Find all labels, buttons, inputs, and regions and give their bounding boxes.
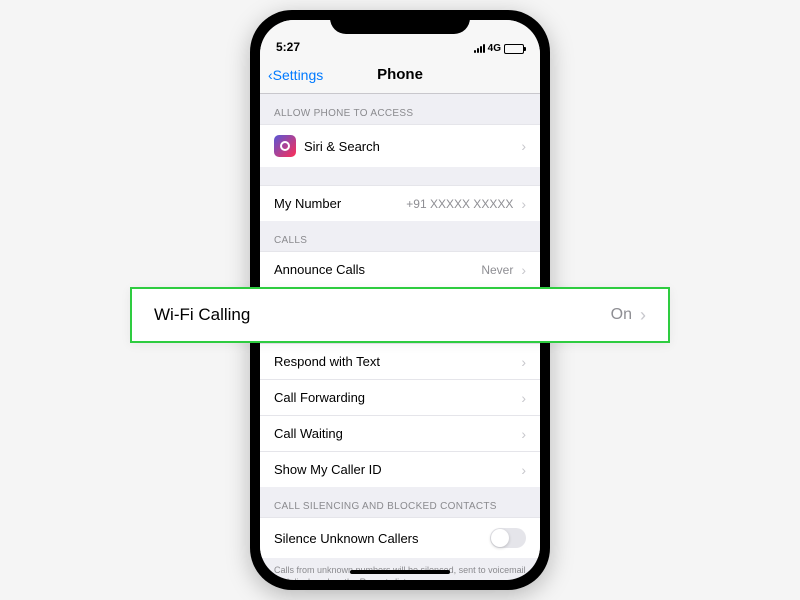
row-my-number[interactable]: My Number +91 XXXXX XXXXX › bbox=[260, 185, 540, 221]
home-indicator[interactable] bbox=[350, 570, 450, 574]
row-siri-search[interactable]: Siri & Search › bbox=[260, 124, 540, 167]
back-button[interactable]: ‹ Settings bbox=[268, 67, 323, 83]
row-call-forwarding[interactable]: Call Forwarding › bbox=[260, 379, 540, 415]
silence-toggle[interactable] bbox=[490, 528, 526, 548]
nav-bar: ‹ Settings Phone bbox=[260, 56, 540, 94]
chevron-right-icon: › bbox=[521, 463, 526, 477]
chevron-right-icon: › bbox=[521, 427, 526, 441]
silence-unknown-label: Silence Unknown Callers bbox=[274, 531, 482, 546]
caller-id-label: Show My Caller ID bbox=[274, 462, 513, 477]
status-time: 5:27 bbox=[276, 40, 300, 54]
announce-label: Announce Calls bbox=[274, 262, 473, 277]
network-label: 4G bbox=[488, 43, 501, 54]
highlight-label: Wi-Fi Calling bbox=[154, 305, 611, 325]
call-forwarding-label: Call Forwarding bbox=[274, 390, 513, 405]
chevron-right-icon: › bbox=[521, 355, 526, 369]
row-announce-calls[interactable]: Announce Calls Never › bbox=[260, 251, 540, 287]
respond-text-label: Respond with Text bbox=[274, 354, 513, 369]
highlight-value: On bbox=[611, 306, 632, 324]
back-label: Settings bbox=[273, 67, 324, 83]
siri-icon bbox=[274, 135, 296, 157]
row-caller-id[interactable]: Show My Caller ID › bbox=[260, 451, 540, 487]
row-respond-text[interactable]: Respond with Text › bbox=[260, 343, 540, 379]
call-waiting-label: Call Waiting bbox=[274, 426, 513, 441]
siri-label: Siri & Search bbox=[304, 139, 513, 154]
row-call-waiting[interactable]: Call Waiting › bbox=[260, 415, 540, 451]
my-number-value: +91 XXXXX XXXXX bbox=[406, 197, 513, 211]
chevron-right-icon: › bbox=[521, 197, 526, 211]
chevron-right-icon: › bbox=[521, 263, 526, 277]
announce-value: Never bbox=[481, 263, 513, 277]
row-silence-unknown[interactable]: Silence Unknown Callers bbox=[260, 517, 540, 558]
chevron-right-icon: › bbox=[640, 305, 646, 326]
section-header-silencing: CALL SILENCING AND BLOCKED CONTACTS bbox=[260, 487, 540, 517]
status-right: 4G bbox=[474, 43, 524, 54]
signal-icon bbox=[474, 44, 485, 53]
page-title: Phone bbox=[377, 66, 423, 83]
chevron-right-icon: › bbox=[521, 139, 526, 153]
device-notch bbox=[330, 10, 470, 34]
silencing-footer-1: Calls from unknown numbers will be silen… bbox=[260, 558, 540, 580]
chevron-right-icon: › bbox=[521, 391, 526, 405]
battery-icon bbox=[504, 44, 524, 54]
wifi-calling-highlight[interactable]: Wi-Fi Calling On › bbox=[130, 287, 670, 343]
section-header-access: ALLOW PHONE TO ACCESS bbox=[260, 94, 540, 124]
my-number-label: My Number bbox=[274, 196, 398, 211]
section-header-calls: CALLS bbox=[260, 221, 540, 251]
